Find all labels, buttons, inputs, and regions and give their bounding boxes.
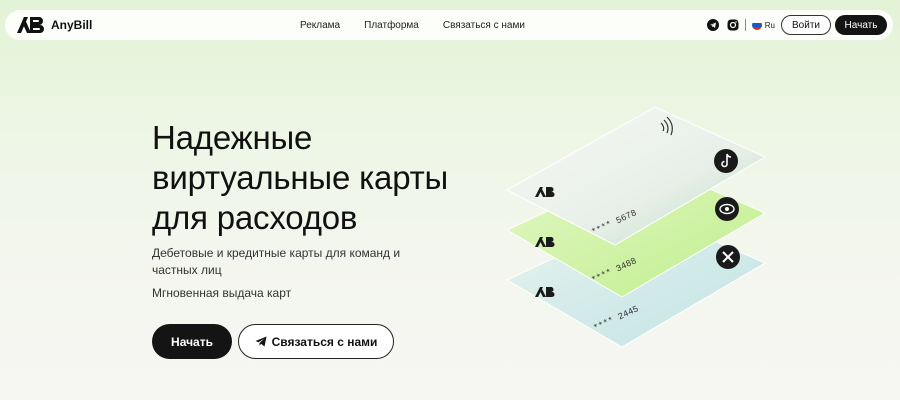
russia-flag-icon	[751, 20, 762, 30]
logo[interactable]: AnyBill	[15, 15, 92, 35]
hero-tagline: Мгновенная выдача карт	[152, 286, 292, 300]
hero-contact-button[interactable]: Связаться с нами	[238, 324, 394, 359]
tiktok-icon	[714, 149, 738, 173]
hero-title-line: для расходов	[152, 199, 358, 236]
main-nav: Реклама Платформа Связаться с нами	[300, 10, 525, 40]
header-actions: Ru Войти Начать	[706, 10, 887, 40]
hero-title-line: Надежные	[152, 119, 313, 156]
hero-title: Надежные виртуальные карты для расходов	[152, 118, 448, 238]
hero-title-line: виртуальные карты	[152, 159, 449, 196]
hero-contact-label: Связаться с нами	[271, 334, 378, 349]
header-start-button[interactable]: Начать	[835, 15, 887, 35]
anybill-logo-icon	[17, 17, 44, 33]
nav-link-platform[interactable]: Платформа	[364, 20, 419, 31]
telegram-send-icon	[255, 336, 267, 347]
x-icon	[716, 245, 740, 269]
brand-name: AnyBill	[51, 18, 93, 32]
login-button[interactable]: Войти	[781, 15, 831, 35]
language-label: Ru	[764, 20, 775, 30]
language-switcher[interactable]: Ru	[751, 20, 775, 30]
telegram-icon[interactable]	[706, 19, 719, 31]
hero-start-button[interactable]: Начать	[152, 324, 232, 359]
nav-link-advertising[interactable]: Реклама	[300, 20, 340, 31]
instagram-icon[interactable]	[727, 19, 739, 31]
hero-subtitle: Дебетовые и кредитные карты для команд и…	[152, 246, 401, 277]
eye-icon	[715, 197, 739, 221]
cards-illustration: **** 2445 **** 3488 **** 5678	[505, 106, 767, 348]
divider	[744, 19, 746, 31]
top-navigation-bar: AnyBill Реклама Платформа Связаться с на…	[5, 10, 893, 40]
nav-link-contact[interactable]: Связаться с нами	[443, 20, 525, 31]
